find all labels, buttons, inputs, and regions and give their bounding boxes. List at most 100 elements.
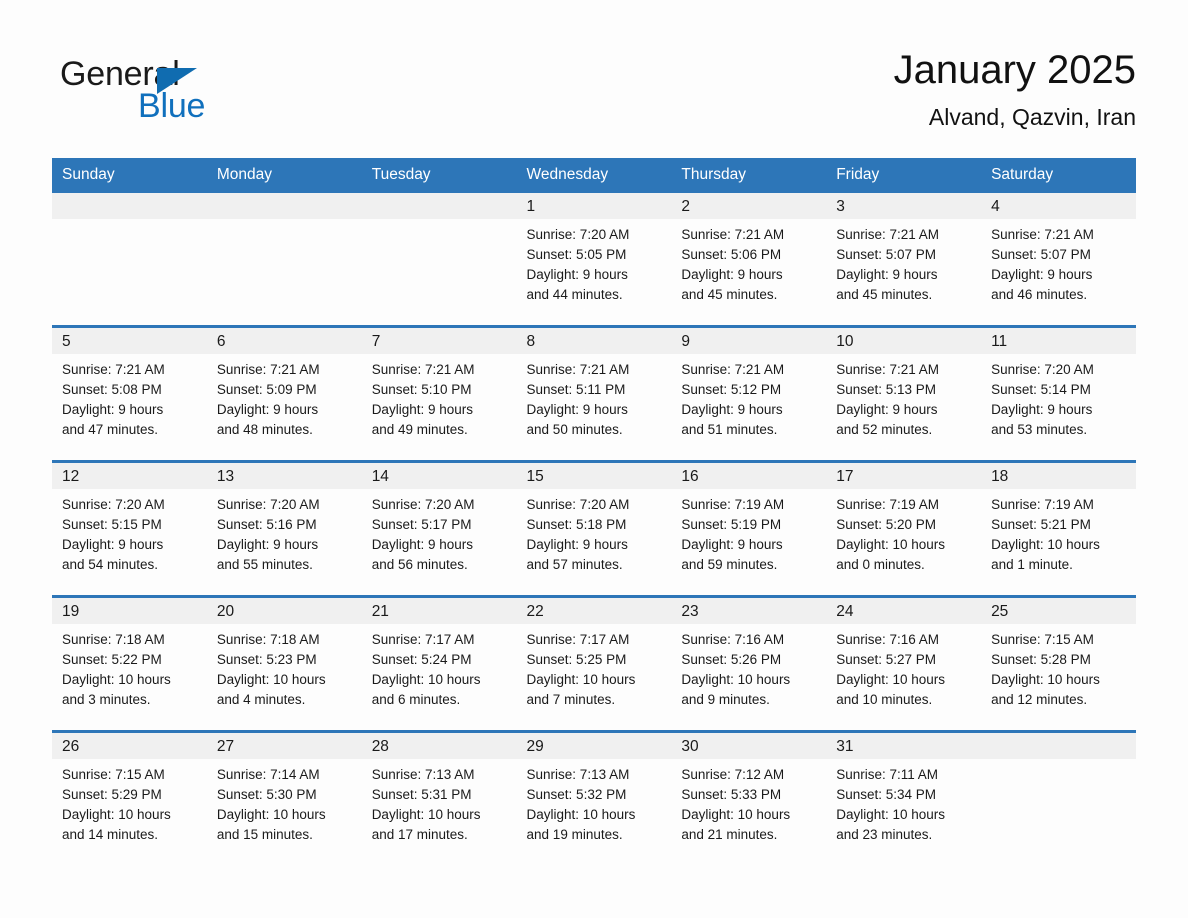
calendar-day-cell[interactable]: 28 Sunrise: 7:13 AM Sunset: 5:31 PM Dayligh… [361,730,517,865]
sunset-text: Sunset: 5:14 PM [991,382,1091,397]
sunrise-text: Sunrise: 7:21 AM [526,362,630,377]
calendar-day-cell[interactable]: 15 Sunrise: 7:20 AM Sunset: 5:18 PM Dayligh… [516,460,672,597]
day-details: Sunrise: 7:20 AM Sunset: 5:18 PM Daylight:… [517,489,672,575]
calendar-day-cell[interactable]: 9 Sunrise: 7:21 AM Sunset: 5:12 PM Daylight… [671,325,827,462]
calendar-day-cell-empty [52,193,207,327]
calendar-day-cell[interactable]: 14 Sunrise: 7:20 AM Sunset: 5:17 PM Dayligh… [361,460,517,597]
sunset-text: Sunset: 5:15 PM [62,517,162,532]
calendar-day-cell[interactable]: 5 Sunrise: 7:21 AM Sunset: 5:08 PM Daylight… [52,325,207,462]
day-details: Sunrise: 7:17 AM Sunset: 5:25 PM Daylight:… [517,624,672,710]
calendar-day-cell[interactable]: 1 Sunrise: 7:20 AM Sunset: 5:05 PM Daylight… [516,193,672,327]
calendar-day-cell[interactable]: 13 Sunrise: 7:20 AM Sunset: 5:16 PM Dayligh… [206,460,362,597]
weekday-header-thursday: Thursday [671,158,827,193]
calendar-day-cell[interactable]: 6 Sunrise: 7:21 AM Sunset: 5:09 PM Daylight… [206,325,362,462]
daylight-text-line1: Daylight: 9 hours [62,402,164,417]
sunset-text: Sunset: 5:31 PM [371,787,472,802]
calendar-day-cell[interactable]: 30 Sunrise: 7:12 AM Sunset: 5:33 PM Dayligh… [671,730,827,865]
sunrise-text: Sunrise: 7:18 AM [62,632,165,647]
calendar-day-cell[interactable]: 25 Sunrise: 7:15 AM Sunset: 5:28 PM Dayligh… [981,595,1136,732]
day-details: Sunrise: 7:21 AM Sunset: 5:12 PM Daylight:… [671,354,826,440]
sunrise-text: Sunrise: 7:13 AM [526,767,630,782]
sunrise-text: Sunrise: 7:21 AM [216,362,320,377]
day-details: Sunrise: 7:15 AM Sunset: 5:28 PM Daylight:… [981,624,1136,710]
weekday-header-wednesday: Wednesday [516,158,672,193]
day-number: 15 [516,463,672,489]
calendar-day-cell[interactable]: 24 Sunrise: 7:16 AM Sunset: 5:27 PM Dayligh… [826,595,982,732]
page-title: January 2025 [893,48,1136,92]
day-number: 21 [361,598,517,624]
calendar-day-cell[interactable]: 2 Sunrise: 7:21 AM Sunset: 5:06 PM Daylight… [671,193,827,327]
calendar-day-cell[interactable]: 3 Sunrise: 7:21 AM Sunset: 5:07 PM Daylight… [826,193,982,327]
day-details: Sunrise: 7:19 AM Sunset: 5:20 PM Daylight:… [826,489,981,575]
calendar-day-cell[interactable]: 17 Sunrise: 7:19 AM Sunset: 5:20 PM Dayligh… [826,460,982,597]
day-number: 4 [981,193,1136,219]
daylight-text-line2: and 57 minutes. [526,557,623,572]
weekday-header-saturday: Saturday [981,158,1136,193]
sunrise-text: Sunrise: 7:13 AM [371,767,475,782]
calendar-day-cell[interactable]: 8 Sunrise: 7:21 AM Sunset: 5:11 PM Daylight… [516,325,672,462]
day-details: Sunrise: 7:19 AM Sunset: 5:21 PM Daylight:… [981,489,1136,575]
daylight-text-line2: and 10 minutes. [836,692,933,707]
calendar-day-cell[interactable]: 21 Sunrise: 7:17 AM Sunset: 5:24 PM Dayligh… [361,595,517,732]
sunrise-text: Sunrise: 7:20 AM [526,227,630,242]
day-details: Sunrise: 7:19 AM Sunset: 5:19 PM Daylight:… [671,489,826,575]
sunrise-text: Sunrise: 7:20 AM [526,497,630,512]
day-number: 19 [52,598,207,624]
calendar-week-row: 26 Sunrise: 7:15 AM Sunset: 5:29 PM Dayligh… [52,730,1136,865]
calendar-day-cell[interactable]: 26 Sunrise: 7:15 AM Sunset: 5:29 PM Dayligh… [52,730,207,865]
calendar-day-cell[interactable]: 22 Sunrise: 7:17 AM Sunset: 5:25 PM Dayligh… [516,595,672,732]
daylight-text-line1: Daylight: 10 hours [991,672,1100,687]
calendar-day-cell[interactable]: 11 Sunrise: 7:20 AM Sunset: 5:14 PM Dayligh… [981,325,1136,462]
sunset-text: Sunset: 5:12 PM [681,382,782,397]
daylight-text-line2: and 7 minutes. [526,692,616,707]
daylight-text-line1: Daylight: 9 hours [991,267,1093,282]
sunrise-text: Sunrise: 7:19 AM [681,497,785,512]
sunset-text: Sunset: 5:07 PM [836,247,937,262]
weekday-header-row: Sunday Monday Tuesday Wednesday Thursday… [52,158,1136,193]
day-number: 13 [206,463,362,489]
calendar-day-cell[interactable]: 27 Sunrise: 7:14 AM Sunset: 5:30 PM Dayligh… [206,730,362,865]
calendar-day-cell[interactable]: 20 Sunrise: 7:18 AM Sunset: 5:23 PM Dayligh… [206,595,362,732]
calendar-day-cell[interactable]: 16 Sunrise: 7:19 AM Sunset: 5:19 PM Dayligh… [671,460,827,597]
sunrise-text: Sunrise: 7:15 AM [62,767,165,782]
day-details: Sunrise: 7:21 AM Sunset: 5:10 PM Daylight:… [362,354,517,440]
day-number: 20 [206,598,362,624]
day-number [981,733,1136,759]
sunset-text: Sunset: 5:28 PM [991,652,1091,667]
day-number: 11 [981,328,1136,354]
calendar-day-cell[interactable]: 12 Sunrise: 7:20 AM Sunset: 5:15 PM Dayligh… [52,460,207,597]
sunset-text: Sunset: 5:24 PM [371,652,472,667]
day-details: Sunrise: 7:21 AM Sunset: 5:08 PM Daylight:… [52,354,207,440]
day-number: 10 [826,328,982,354]
daylight-text-line2: and 48 minutes. [216,422,313,437]
day-number: 12 [52,463,207,489]
sunset-text: Sunset: 5:20 PM [836,517,937,532]
daylight-text-line2: and 14 minutes. [62,827,159,842]
daylight-text-line1: Daylight: 9 hours [62,537,164,552]
calendar-day-cell[interactable]: 10 Sunrise: 7:21 AM Sunset: 5:13 PM Dayligh… [826,325,982,462]
daylight-text-line1: Daylight: 9 hours [371,537,473,552]
sunrise-text: Sunrise: 7:17 AM [371,632,475,647]
daylight-text-line1: Daylight: 10 hours [681,672,791,687]
day-number: 30 [671,733,827,759]
daylight-text-line2: and 45 minutes. [681,287,778,302]
daylight-text-line2: and 53 minutes. [991,422,1088,437]
calendar-day-cell[interactable]: 19 Sunrise: 7:18 AM Sunset: 5:22 PM Dayligh… [52,595,207,732]
calendar-day-cell[interactable]: 4 Sunrise: 7:21 AM Sunset: 5:07 PM Daylight… [981,193,1136,327]
day-number [52,193,207,219]
daylight-text-line1: Daylight: 9 hours [371,402,473,417]
weekday-header-tuesday: Tuesday [361,158,517,193]
day-details: Sunrise: 7:21 AM Sunset: 5:11 PM Daylight:… [517,354,672,440]
sunset-text: Sunset: 5:21 PM [991,517,1091,532]
day-details: Sunrise: 7:20 AM Sunset: 5:17 PM Daylight:… [362,489,517,575]
daylight-text-line2: and 55 minutes. [216,557,313,572]
calendar-day-cell[interactable]: 29 Sunrise: 7:13 AM Sunset: 5:32 PM Dayligh… [516,730,672,865]
calendar-day-cell[interactable]: 23 Sunrise: 7:16 AM Sunset: 5:26 PM Dayligh… [671,595,827,732]
daylight-text-line1: Daylight: 10 hours [371,672,481,687]
daylight-text-line2: and 23 minutes. [836,827,933,842]
calendar-day-cell[interactable]: 18 Sunrise: 7:19 AM Sunset: 5:21 PM Dayligh… [981,460,1136,597]
calendar-day-cell[interactable]: 7 Sunrise: 7:21 AM Sunset: 5:10 PM Daylight… [361,325,517,462]
daylight-text-line2: and 46 minutes. [991,287,1088,302]
calendar-day-cell[interactable]: 31 Sunrise: 7:11 AM Sunset: 5:34 PM Dayligh… [826,730,982,865]
day-number: 27 [206,733,362,759]
